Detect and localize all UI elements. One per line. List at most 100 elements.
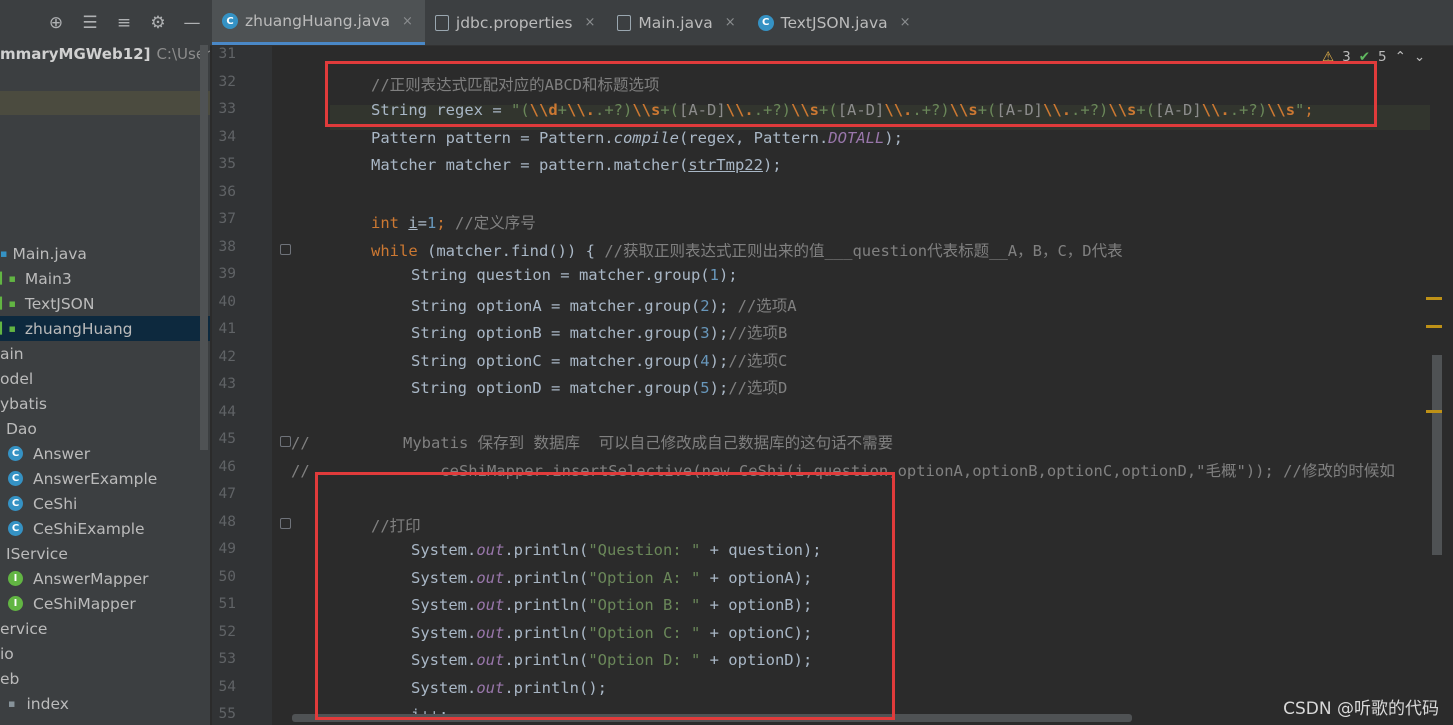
warning-marker[interactable] [1426,410,1442,413]
target-icon[interactable]: ⊕ [46,13,66,33]
code-comment: //定义序号 [455,214,536,232]
tree-item-folder[interactable]: Dao [0,416,37,441]
close-icon[interactable]: × [725,15,736,30]
code-text: ); [709,297,738,315]
tree-item-folder[interactable]: IService [0,541,68,566]
tab-label: jdbc.properties [455,13,573,32]
code-comment: //选项B [728,324,788,342]
line-number: 49 [218,541,236,557]
code-comment: //选项A [737,297,797,315]
interface-icon: I [8,596,23,611]
code-line-37: int i=1; //定义序号 [371,211,536,233]
collapse-all-icon[interactable]: ☰ [80,13,100,33]
line-number: 43 [218,376,236,392]
code-number: 1 [427,214,437,232]
code-punct: ; [436,214,456,232]
tree-item-interface[interactable]: I AnswerMapper [8,566,149,591]
class-icon: C [8,496,23,511]
warning-marker[interactable] [1426,297,1442,300]
tree-item-interface[interactable]: I CeShiMapper [8,591,136,616]
tree-item-folder[interactable]: io [0,641,14,666]
close-icon[interactable]: × [584,15,595,30]
tree-item-class[interactable]: C CeShi [8,491,77,516]
fold-icon[interactable] [280,436,291,447]
code-number: 3 [700,324,710,342]
code-text: String optionB = matcher.group( [411,324,701,342]
tree-item-main-java[interactable]: ▪ Main.java [0,241,87,266]
tree-item-folder[interactable]: ervice [0,616,47,641]
tree-item-main3[interactable]: ▎▪ Main3 [0,266,72,291]
tree-item-label: index [26,694,69,713]
tab-zhuanghuang[interactable]: C zhuangHuang.java × [212,0,425,45]
code-variable: strTmp22 [688,156,763,174]
line-number: 51 [218,596,236,612]
line-number: 36 [218,184,236,200]
ok-count: 5 [1378,49,1387,65]
warning-marker[interactable] [1426,325,1442,328]
lock-icon: ▎▪ [0,272,16,285]
tree-item-zhuanghuang[interactable]: ▎▪ zhuangHuang [0,316,210,341]
class-icon: C [8,471,23,486]
line-number: 37 [218,211,236,227]
tree-scrollbar[interactable] [200,45,208,450]
tab-jdbc-properties[interactable]: jdbc.properties × [425,0,607,45]
project-toolbar: ⊕ ☰ ≡ ⚙ — [0,0,210,45]
code-text: ); [709,324,729,342]
close-icon[interactable]: × [900,15,911,30]
line-number: 54 [218,679,236,695]
close-icon[interactable]: × [402,14,413,29]
tab-main[interactable]: Main.java × [607,0,747,45]
tree-item-class[interactable]: C Answer [8,441,90,466]
tree-highlight [0,91,210,115]
code-text: ); [884,129,903,147]
tree-item-textjson[interactable]: ▎▪ TextJSON [0,291,94,316]
code-keyword: while [371,242,427,260]
tree-item-index[interactable]: ▪ index [8,691,69,716]
editor-scrollbar[interactable] [1432,355,1442,555]
tree-item-folder[interactable]: odel [0,366,33,391]
settings-icon[interactable]: ⚙ [148,13,168,33]
tab-textjson[interactable]: C TextJSON.java × [748,0,923,45]
project-root-name: mmaryMGWeb12] [0,45,151,63]
hide-icon[interactable]: — [182,13,202,33]
java-class-icon: C [222,13,238,29]
code-line-43: String optionD = matcher.group(5);//选项D [411,376,787,398]
code-comment: //选项C [728,352,788,370]
line-number: 33 [218,101,236,117]
code-constant: DOTALL [828,129,885,147]
project-root[interactable]: mmaryMGWeb12]C:\Users\ [0,45,210,63]
code-line-40: String optionA = matcher.group(2); //选项A [411,294,797,316]
tree-item-folder[interactable]: eb [0,666,19,691]
fold-icon[interactable] [280,518,291,529]
chevron-down-icon[interactable]: ⌄ [1414,49,1425,65]
tree-item-folder[interactable]: ain [0,341,24,366]
chevron-up-icon[interactable]: ⌃ [1395,49,1406,65]
code-text: String optionA = matcher.group( [411,297,701,315]
tree-item-class[interactable]: C AnswerExample [8,466,157,491]
class-icon: C [8,521,23,536]
line-number: 47 [218,486,236,502]
line-number: 53 [218,651,236,667]
expand-all-icon[interactable]: ≡ [114,13,134,33]
highlight-box-print [315,472,895,720]
tree-item-label: eb [0,669,20,688]
tab-label: Main.java [638,13,713,32]
code-number: 4 [700,352,710,370]
tab-label: zhuangHuang.java [245,12,390,30]
code-line-45: // Mybatis 保存到 数据库 可以自己修改成自己数据库的这句话不需要 [291,434,894,452]
highlight-box-regex [325,61,1377,127]
code-text: String question = matcher.group( [411,266,710,284]
tree-item-class[interactable]: C CeShiExample [8,516,145,541]
java-class-icon: C [757,14,774,31]
tree-item-label: AnswerMapper [33,569,149,588]
code-text: String optionC = matcher.group( [411,352,701,370]
code-variable: i [408,214,418,232]
editor-tabs: C zhuangHuang.java × jdbc.properties × M… [212,0,923,45]
code-text: ); [762,156,782,174]
code-text: String optionD = matcher.group( [411,379,701,397]
tree-item-folder[interactable]: ybatis [0,391,47,416]
tree-item-label: Main.java [12,244,87,263]
fold-icon[interactable] [280,244,291,255]
line-number: 42 [218,349,236,365]
lock-icon: ▎▪ [0,297,16,310]
